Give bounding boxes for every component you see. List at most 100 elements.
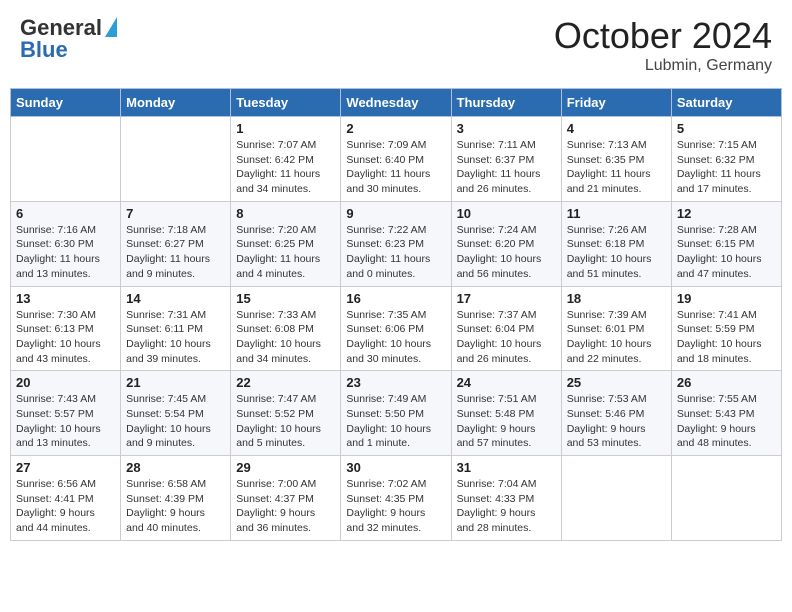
calendar-week-row: 6 Sunrise: 7:16 AM Sunset: 6:30 PM Daylig… xyxy=(11,201,782,286)
day-info: Sunrise: 7:55 AM Sunset: 5:43 PM Dayligh… xyxy=(677,392,776,451)
calendar-cell: 2Sunrise: 7:09 AM Sunset: 6:40 PM Daylig… xyxy=(341,117,451,202)
location-title: Lubmin, Germany xyxy=(554,57,772,75)
day-info: Sunrise: 7:18 AM Sunset: 6:27 PM Dayligh… xyxy=(126,223,225,282)
day-info: Sunrise: 7:51 AM Sunset: 5:48 PM Dayligh… xyxy=(457,392,556,451)
day-info: Sunrise: 7:20 AM Sunset: 6:25 PM Dayligh… xyxy=(236,223,335,282)
calendar-cell: 22 Sunrise: 7:47 AM Sunset: 5:52 PM Dayli… xyxy=(231,371,341,456)
day-number: 29 xyxy=(236,460,335,475)
day-number: 19 xyxy=(677,291,776,306)
page-header: General Blue October 2024 Lubmin, German… xyxy=(10,10,782,80)
day-info: Sunrise: 7:22 AM Sunset: 6:23 PM Dayligh… xyxy=(346,223,445,282)
calendar-cell: 1 Sunrise: 7:07 AM Sunset: 6:42 PM Daylig… xyxy=(231,117,341,202)
day-info: Sunrise: 7:39 AM Sunset: 6:01 PM Dayligh… xyxy=(567,308,666,367)
header-wednesday: Wednesday xyxy=(341,89,451,117)
calendar-cell: 18 Sunrise: 7:39 AM Sunset: 6:01 PM Dayli… xyxy=(561,286,671,371)
calendar-cell: 14 Sunrise: 7:31 AM Sunset: 6:11 PM Dayli… xyxy=(121,286,231,371)
day-number: 5 xyxy=(677,121,776,136)
calendar-cell xyxy=(121,117,231,202)
calendar-cell xyxy=(561,456,671,541)
calendar-cell: 7Sunrise: 7:18 AM Sunset: 6:27 PM Daylig… xyxy=(121,201,231,286)
calendar-week-row: 20 Sunrise: 7:43 AM Sunset: 5:57 PM Dayli… xyxy=(11,371,782,456)
header-tuesday: Tuesday xyxy=(231,89,341,117)
month-title: October 2024 xyxy=(554,15,772,57)
header-saturday: Saturday xyxy=(671,89,781,117)
header-thursday: Thursday xyxy=(451,89,561,117)
day-info: Sunrise: 7:28 AM Sunset: 6:15 PM Dayligh… xyxy=(677,223,776,282)
day-info: Sunrise: 7:35 AM Sunset: 6:06 PM Dayligh… xyxy=(346,308,445,367)
logo-triangle-icon xyxy=(105,17,117,37)
day-number: 18 xyxy=(567,291,666,306)
header-monday: Monday xyxy=(121,89,231,117)
calendar-table: Sunday Monday Tuesday Wednesday Thursday… xyxy=(10,88,782,541)
day-number: 26 xyxy=(677,375,776,390)
day-info: Sunrise: 7:04 AM Sunset: 4:33 PM Dayligh… xyxy=(457,477,556,536)
calendar-header-row: Sunday Monday Tuesday Wednesday Thursday… xyxy=(11,89,782,117)
header-sunday: Sunday xyxy=(11,89,121,117)
day-info: Sunrise: 7:00 AM Sunset: 4:37 PM Dayligh… xyxy=(236,477,335,536)
day-number: 10 xyxy=(457,206,556,221)
day-info: Sunrise: 7:31 AM Sunset: 6:11 PM Dayligh… xyxy=(126,308,225,367)
calendar-cell: 21 Sunrise: 7:45 AM Sunset: 5:54 PM Dayli… xyxy=(121,371,231,456)
day-info: Sunrise: 7:26 AM Sunset: 6:18 PM Dayligh… xyxy=(567,223,666,282)
calendar-cell: 30Sunrise: 7:02 AM Sunset: 4:35 PM Dayli… xyxy=(341,456,451,541)
day-info: Sunrise: 7:41 AM Sunset: 5:59 PM Dayligh… xyxy=(677,308,776,367)
header-friday: Friday xyxy=(561,89,671,117)
day-info: Sunrise: 6:56 AM Sunset: 4:41 PM Dayligh… xyxy=(16,477,115,536)
calendar-cell: 28 Sunrise: 6:58 AM Sunset: 4:39 PM Dayli… xyxy=(121,456,231,541)
day-number: 28 xyxy=(126,460,225,475)
day-number: 8 xyxy=(236,206,335,221)
day-number: 20 xyxy=(16,375,115,390)
day-number: 22 xyxy=(236,375,335,390)
calendar-cell: 17Sunrise: 7:37 AM Sunset: 6:04 PM Dayli… xyxy=(451,286,561,371)
day-number: 25 xyxy=(567,375,666,390)
calendar-cell: 31 Sunrise: 7:04 AM Sunset: 4:33 PM Dayli… xyxy=(451,456,561,541)
day-info: Sunrise: 7:49 AM Sunset: 5:50 PM Dayligh… xyxy=(346,392,445,451)
day-info: Sunrise: 6:58 AM Sunset: 4:39 PM Dayligh… xyxy=(126,477,225,536)
calendar-cell xyxy=(671,456,781,541)
day-number: 3 xyxy=(457,121,556,136)
calendar-cell: 25Sunrise: 7:53 AM Sunset: 5:46 PM Dayli… xyxy=(561,371,671,456)
day-info: Sunrise: 7:47 AM Sunset: 5:52 PM Dayligh… xyxy=(236,392,335,451)
calendar-cell: 6 Sunrise: 7:16 AM Sunset: 6:30 PM Daylig… xyxy=(11,201,121,286)
day-info: Sunrise: 7:13 AM Sunset: 6:35 PM Dayligh… xyxy=(567,138,666,197)
calendar-cell: 10 Sunrise: 7:24 AM Sunset: 6:20 PM Dayli… xyxy=(451,201,561,286)
calendar-cell: 9 Sunrise: 7:22 AM Sunset: 6:23 PM Daylig… xyxy=(341,201,451,286)
day-number: 12 xyxy=(677,206,776,221)
day-number: 4 xyxy=(567,121,666,136)
day-info: Sunrise: 7:45 AM Sunset: 5:54 PM Dayligh… xyxy=(126,392,225,451)
day-number: 1 xyxy=(236,121,335,136)
calendar-cell: 29 Sunrise: 7:00 AM Sunset: 4:37 PM Dayli… xyxy=(231,456,341,541)
calendar-cell xyxy=(11,117,121,202)
calendar-week-row: 13 Sunrise: 7:30 AM Sunset: 6:13 PM Dayli… xyxy=(11,286,782,371)
day-number: 9 xyxy=(346,206,445,221)
day-info: Sunrise: 7:43 AM Sunset: 5:57 PM Dayligh… xyxy=(16,392,115,451)
calendar-cell: 5Sunrise: 7:15 AM Sunset: 6:32 PM Daylig… xyxy=(671,117,781,202)
calendar-cell: 11Sunrise: 7:26 AM Sunset: 6:18 PM Dayli… xyxy=(561,201,671,286)
day-number: 15 xyxy=(236,291,335,306)
day-info: Sunrise: 7:37 AM Sunset: 6:04 PM Dayligh… xyxy=(457,308,556,367)
calendar-week-row: 27 Sunrise: 6:56 AM Sunset: 4:41 PM Dayli… xyxy=(11,456,782,541)
calendar-cell: 12 Sunrise: 7:28 AM Sunset: 6:15 PM Dayli… xyxy=(671,201,781,286)
title-block: October 2024 Lubmin, Germany xyxy=(554,15,772,75)
day-number: 21 xyxy=(126,375,225,390)
calendar-cell: 27 Sunrise: 6:56 AM Sunset: 4:41 PM Dayli… xyxy=(11,456,121,541)
calendar-cell: 24 Sunrise: 7:51 AM Sunset: 5:48 PM Dayli… xyxy=(451,371,561,456)
day-number: 31 xyxy=(457,460,556,475)
logo-blue-text: Blue xyxy=(20,37,68,63)
day-number: 16 xyxy=(346,291,445,306)
calendar-cell: 8 Sunrise: 7:20 AM Sunset: 6:25 PM Daylig… xyxy=(231,201,341,286)
day-info: Sunrise: 7:30 AM Sunset: 6:13 PM Dayligh… xyxy=(16,308,115,367)
day-number: 27 xyxy=(16,460,115,475)
day-number: 13 xyxy=(16,291,115,306)
day-number: 24 xyxy=(457,375,556,390)
calendar-cell: 19 Sunrise: 7:41 AM Sunset: 5:59 PM Dayli… xyxy=(671,286,781,371)
day-info: Sunrise: 7:24 AM Sunset: 6:20 PM Dayligh… xyxy=(457,223,556,282)
calendar-cell: 4 Sunrise: 7:13 AM Sunset: 6:35 PM Daylig… xyxy=(561,117,671,202)
day-number: 6 xyxy=(16,206,115,221)
calendar-cell: 20 Sunrise: 7:43 AM Sunset: 5:57 PM Dayli… xyxy=(11,371,121,456)
day-number: 14 xyxy=(126,291,225,306)
calendar-cell: 13 Sunrise: 7:30 AM Sunset: 6:13 PM Dayli… xyxy=(11,286,121,371)
day-info: Sunrise: 7:07 AM Sunset: 6:42 PM Dayligh… xyxy=(236,138,335,197)
day-number: 30 xyxy=(346,460,445,475)
day-info: Sunrise: 7:16 AM Sunset: 6:30 PM Dayligh… xyxy=(16,223,115,282)
